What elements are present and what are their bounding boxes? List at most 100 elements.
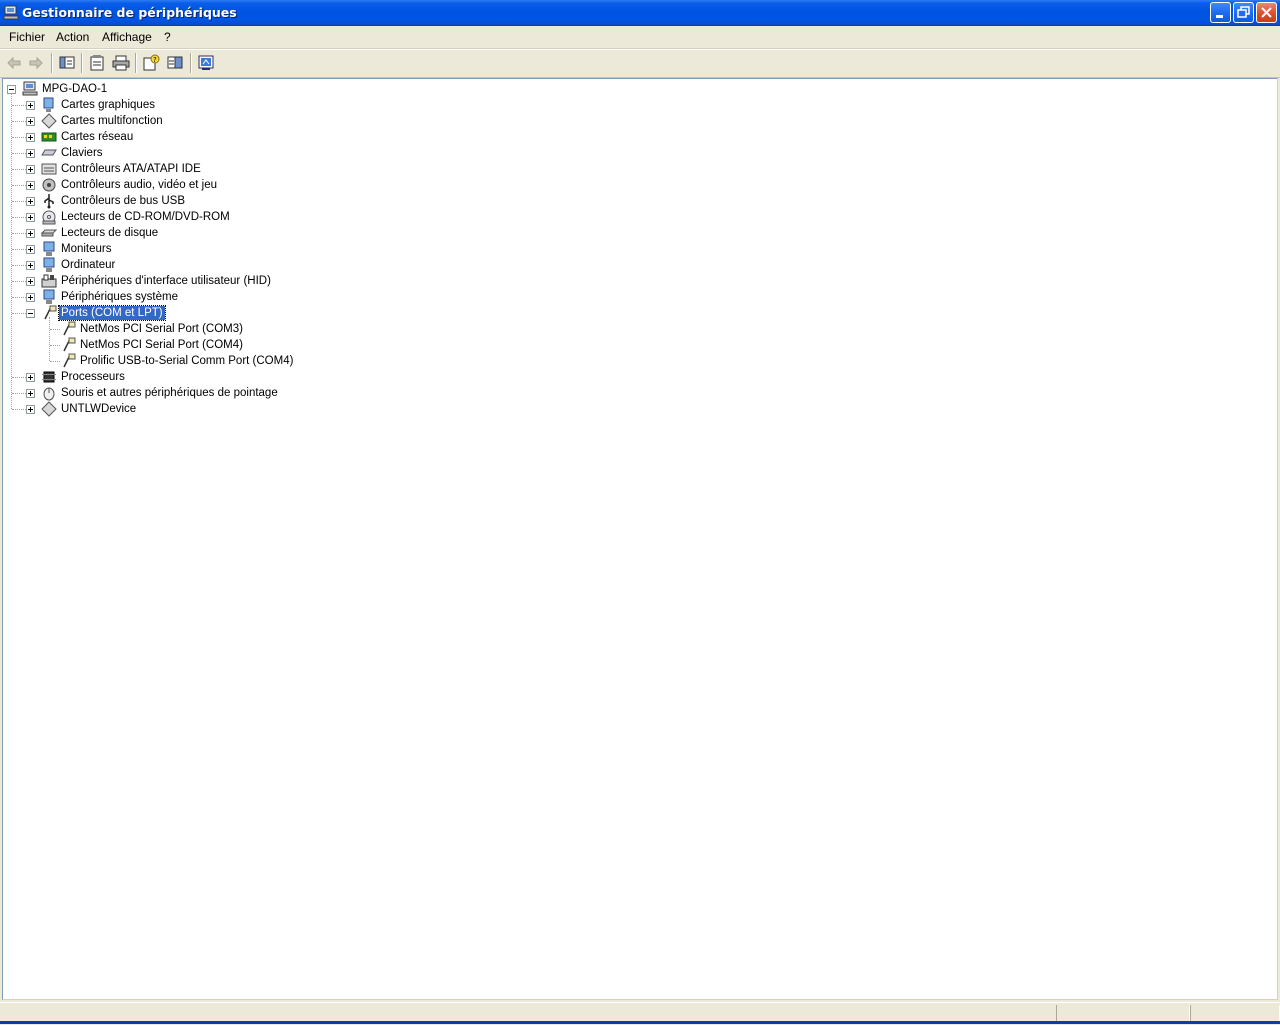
- tree-device[interactable]: NetMos PCI Serial Port (COM4): [3, 337, 403, 353]
- toolbar: ?: [0, 49, 1280, 78]
- expand-toggle[interactable]: [26, 149, 35, 158]
- tree-category-label: Contrôleurs audio, vidéo et jeu: [61, 179, 217, 191]
- menu-bar: Fichier Action Affichage ?: [0, 26, 1280, 49]
- ide-controller-icon: [41, 161, 57, 177]
- properties-icon[interactable]: [88, 54, 106, 72]
- forward-icon[interactable]: [27, 54, 45, 72]
- port-icon: [60, 321, 76, 337]
- tree-category[interactable]: Contrôleurs ATA/ATAPI IDE: [3, 161, 403, 177]
- tree-category[interactable]: Cartes graphiques: [3, 97, 403, 113]
- tree-device[interactable]: NetMos PCI Serial Port (COM3): [3, 321, 403, 337]
- menu-fichier[interactable]: Fichier: [9, 30, 45, 44]
- expand-toggle[interactable]: [26, 229, 35, 238]
- tree-category-label: Lecteurs de disque: [61, 227, 159, 239]
- tree-category[interactable]: Processeurs: [3, 369, 403, 385]
- tree-category-label: Cartes graphiques: [61, 99, 155, 111]
- expand-toggle[interactable]: [26, 405, 35, 414]
- tree-category[interactable]: Ports (COM et LPT): [3, 305, 403, 321]
- restore-button[interactable]: [1233, 2, 1254, 23]
- tree-category[interactable]: Cartes réseau: [3, 129, 403, 145]
- expand-toggle[interactable]: [26, 197, 35, 206]
- expand-toggle[interactable]: [26, 245, 35, 254]
- menu-affichage[interactable]: Affichage: [102, 30, 152, 44]
- tree-category-label: Cartes multifonction: [61, 115, 163, 127]
- tree-category[interactable]: Cartes multifonction: [3, 113, 403, 129]
- help-icon[interactable]: ?: [142, 54, 160, 72]
- tree-device-label: Prolific USB-to-Serial Comm Port (COM4): [80, 355, 294, 367]
- toolbar-separator: [135, 53, 137, 73]
- expand-toggle[interactable]: [26, 293, 35, 302]
- tree-category[interactable]: Moniteurs: [3, 241, 403, 257]
- menu-help[interactable]: ?: [164, 30, 171, 44]
- tree-category[interactable]: Périphériques système: [3, 289, 403, 305]
- tree-category-label: Ordinateur: [61, 259, 116, 271]
- expand-toggle[interactable]: [26, 373, 35, 382]
- collapse-toggle[interactable]: [7, 85, 16, 94]
- close-icon: [1261, 7, 1272, 18]
- collapse-toggle[interactable]: [26, 309, 35, 318]
- toolbar-separator: [190, 53, 192, 73]
- tree-category-label: Processeurs: [61, 371, 125, 383]
- network-adapter-icon: [41, 129, 57, 145]
- tree-category[interactable]: Périphériques d'interface utilisateur (H…: [3, 273, 403, 289]
- expand-toggle[interactable]: [26, 277, 35, 286]
- expand-toggle[interactable]: [26, 133, 35, 142]
- tree-category[interactable]: Contrôleurs audio, vidéo et jeu: [3, 177, 403, 193]
- tree-category[interactable]: Claviers: [3, 145, 403, 161]
- root-label: MPG-DAO-1: [42, 83, 108, 95]
- tree-category[interactable]: UNTLWDevice: [3, 401, 403, 417]
- back-icon[interactable]: [5, 54, 23, 72]
- menu-action[interactable]: Action: [56, 30, 89, 44]
- tree-category-label: Contrôleurs de bus USB: [61, 195, 186, 207]
- minimize-button[interactable]: [1210, 2, 1231, 23]
- port-icon: [60, 337, 76, 353]
- keyboard-icon: [41, 145, 57, 161]
- tree-category-label: Claviers: [61, 147, 103, 159]
- toolbar-separator: [51, 53, 53, 73]
- tree-device-label: NetMos PCI Serial Port (COM4): [80, 339, 243, 351]
- view-icon[interactable]: [166, 54, 184, 72]
- expand-toggle[interactable]: [26, 389, 35, 398]
- minimize-icon: [1216, 15, 1223, 18]
- tree-category[interactable]: Ordinateur: [3, 257, 403, 273]
- mouse-icon: [41, 385, 57, 401]
- tree-device[interactable]: Prolific USB-to-Serial Comm Port (COM4): [3, 353, 403, 369]
- tree-category[interactable]: Lecteurs de disque: [3, 225, 403, 241]
- expand-toggle[interactable]: [26, 117, 35, 126]
- display-adapter-icon: [41, 97, 57, 113]
- show-hide-tree-icon[interactable]: [58, 54, 76, 72]
- tree-category-label: Cartes réseau: [61, 131, 134, 143]
- usb-icon: [41, 193, 57, 209]
- svg-text:?: ?: [153, 56, 157, 64]
- tree-category-label: Lecteurs de CD-ROM/DVD-ROM: [61, 211, 230, 223]
- status-pane: [1190, 1005, 1280, 1022]
- restore-icon: [1237, 6, 1250, 18]
- tree-category[interactable]: Souris et autres périphériques de pointa…: [3, 385, 403, 401]
- tree-category[interactable]: Contrôleurs de bus USB: [3, 193, 403, 209]
- tree-device-label: NetMos PCI Serial Port (COM3): [80, 323, 243, 335]
- print-icon[interactable]: [112, 54, 130, 72]
- tree-root[interactable]: MPG-DAO-1: [3, 81, 203, 97]
- system-device-icon: [41, 289, 57, 305]
- scan-hardware-icon[interactable]: [197, 54, 215, 72]
- computer-icon: [22, 81, 38, 97]
- expand-toggle[interactable]: [26, 181, 35, 190]
- title-bar[interactable]: Gestionnaire de périphériques: [0, 0, 1280, 26]
- expand-toggle[interactable]: [26, 213, 35, 222]
- tree-category-label: Périphériques d'interface utilisateur (H…: [61, 275, 271, 287]
- hid-icon: [41, 273, 57, 289]
- device-tree[interactable]: MPG-DAO-1 Cartes graphiques Cartes multif…: [2, 78, 1278, 1000]
- port-icon: [60, 353, 76, 369]
- expand-toggle[interactable]: [26, 165, 35, 174]
- close-button[interactable]: [1256, 2, 1277, 23]
- expand-toggle[interactable]: [26, 101, 35, 110]
- tree-category-label: Souris et autres périphériques de pointa…: [61, 387, 278, 399]
- monitor-icon: [41, 241, 57, 257]
- port-icon: [41, 305, 57, 321]
- unknown-device-icon: [41, 401, 57, 417]
- window-title: Gestionnaire de périphériques: [22, 5, 237, 20]
- expand-toggle[interactable]: [26, 261, 35, 270]
- tree-category[interactable]: Lecteurs de CD-ROM/DVD-ROM: [3, 209, 403, 225]
- multifunction-icon: [41, 113, 57, 129]
- cdrom-icon: [41, 209, 57, 225]
